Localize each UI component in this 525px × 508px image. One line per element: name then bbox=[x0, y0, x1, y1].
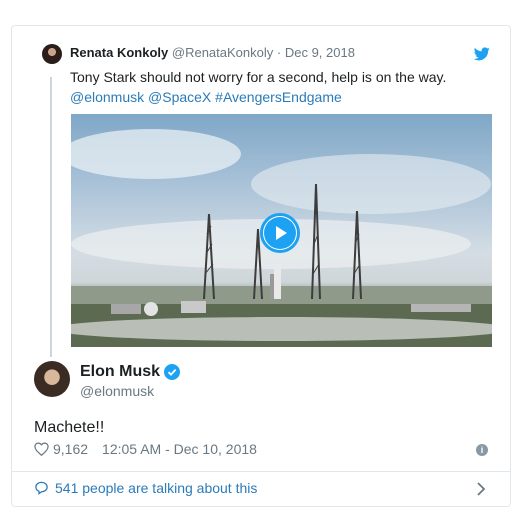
reply-links[interactable]: @elonmusk @SpaceX #AvengersEndgame bbox=[70, 87, 490, 107]
reply-author-name[interactable]: Renata Konkoly bbox=[70, 45, 168, 60]
like-count[interactable]: 9,162 bbox=[53, 441, 88, 457]
author-avatar[interactable] bbox=[34, 361, 70, 397]
reply-body: Tony Stark should not worry for a second… bbox=[70, 69, 447, 85]
info-icon[interactable]: i bbox=[476, 444, 488, 456]
talking-text[interactable]: 541 people are talking about this bbox=[55, 480, 257, 496]
thread-line bbox=[50, 77, 52, 357]
tweet-timestamp[interactable]: 12:05 AM - Dec 10, 2018 bbox=[102, 441, 257, 457]
talking-link[interactable]: 541 people are talking about this bbox=[34, 480, 257, 496]
reply-author-avatar[interactable] bbox=[42, 44, 62, 64]
header-separator: · bbox=[276, 45, 282, 60]
author-name[interactable]: Elon Musk bbox=[80, 363, 160, 381]
reply-header: Renata Konkoly @RenataKonkoly · Dec 9, 2… bbox=[70, 45, 355, 60]
reply-text: Tony Stark should not worry for a second… bbox=[70, 67, 490, 107]
chevron-right-icon[interactable] bbox=[476, 482, 486, 496]
divider bbox=[12, 471, 510, 472]
play-button[interactable] bbox=[260, 213, 300, 253]
reply-date[interactable]: Dec 9, 2018 bbox=[285, 45, 355, 60]
heart-icon[interactable] bbox=[34, 442, 49, 456]
twitter-bird-icon[interactable] bbox=[474, 47, 490, 61]
author-handle[interactable]: @elonmusk bbox=[80, 383, 154, 399]
embedded-tweet-card: Renata Konkoly @RenataKonkoly · Dec 9, 2… bbox=[11, 25, 511, 507]
video-thumbnail[interactable] bbox=[71, 114, 492, 347]
speech-bubble-icon bbox=[35, 481, 48, 495]
tweet-text: Machete!! bbox=[34, 419, 105, 436]
play-icon bbox=[264, 217, 296, 249]
verified-badge-icon bbox=[164, 364, 181, 380]
reply-author-handle[interactable]: @RenataKonkoly bbox=[172, 45, 273, 60]
tweet-meta: 9,162 12:05 AM - Dec 10, 2018 bbox=[34, 441, 257, 457]
author-name-row[interactable]: Elon Musk bbox=[80, 363, 181, 381]
